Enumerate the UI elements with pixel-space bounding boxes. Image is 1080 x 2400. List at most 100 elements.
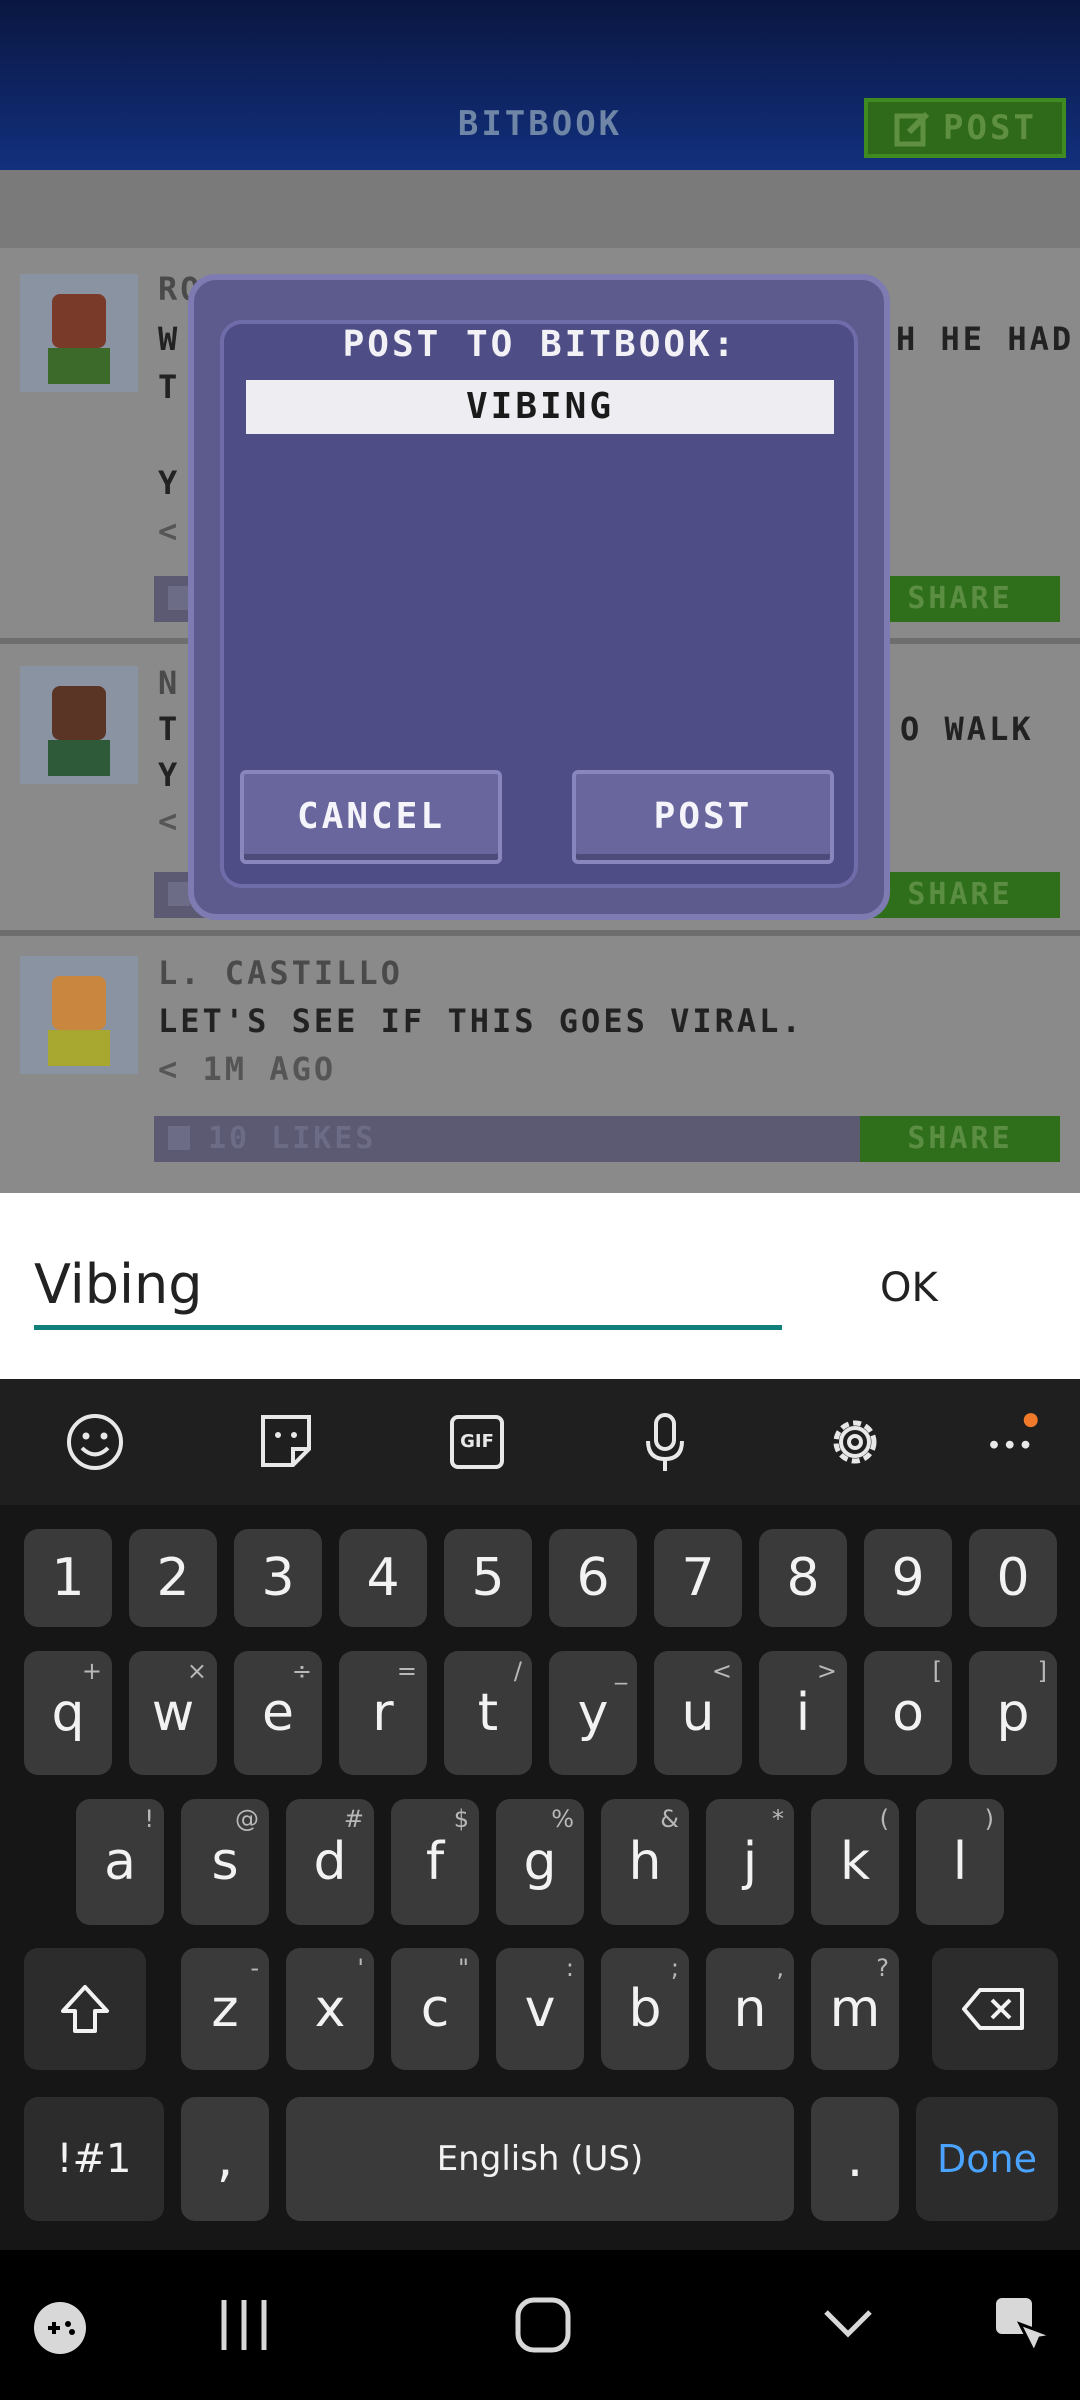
- key-3[interactable]: 3: [234, 1529, 322, 1627]
- feed-text: T: [158, 710, 181, 748]
- text-input-bar: Vibing OK: [0, 1193, 1080, 1379]
- gif-icon[interactable]: GIF: [442, 1407, 512, 1477]
- settings-icon[interactable]: [820, 1407, 890, 1477]
- key-4[interactable]: 4: [339, 1529, 427, 1627]
- feed-author: N: [158, 664, 181, 702]
- game-screen: BITBOOK POST ROS W T Y < H HE HAD SHARE …: [0, 0, 1080, 1193]
- key-i-label: i: [795, 1683, 811, 1743]
- key-l[interactable]: l): [916, 1799, 1004, 1925]
- key-f-alt: $: [453, 1805, 469, 1833]
- key-x-label: x: [314, 1979, 346, 2039]
- key-r[interactable]: r =: [339, 1651, 427, 1775]
- key-j-label: j: [742, 1832, 758, 1892]
- key-t[interactable]: t /: [444, 1651, 532, 1775]
- key-s[interactable]: s @: [181, 1799, 269, 1925]
- key-y[interactable]: y _: [549, 1651, 637, 1775]
- key-l-alt: ): [984, 1805, 994, 1833]
- keyboard-switch-icon[interactable]: [990, 2290, 1056, 2360]
- key-u[interactable]: u <: [654, 1651, 742, 1775]
- key-p[interactable]: p]: [969, 1651, 1057, 1775]
- system-nav-bar: [0, 2250, 1080, 2400]
- dialog-title: POST TO BITBOOK:: [342, 324, 738, 365]
- key-a-alt: !: [144, 1805, 154, 1833]
- feed-time: < 1M AGO: [158, 1050, 337, 1088]
- key-w[interactable]: w ×: [129, 1651, 217, 1775]
- key-6[interactable]: 6: [549, 1529, 637, 1627]
- feed-text: Y: [158, 464, 181, 502]
- key-c[interactable]: c ": [391, 1948, 479, 2070]
- gif-label: GIF: [450, 1415, 504, 1469]
- key-e-label: e: [262, 1683, 294, 1743]
- key-g[interactable]: g%: [496, 1799, 584, 1925]
- hide-keyboard-icon[interactable]: [818, 2298, 878, 2348]
- key-9-label: 9: [891, 1548, 925, 1608]
- key-z-label: z: [211, 1979, 239, 2039]
- key-e-alt: ÷: [291, 1657, 312, 1685]
- key-f[interactable]: f $: [391, 1799, 479, 1925]
- share-button[interactable]: SHARE: [860, 1116, 1060, 1162]
- key-g-label: g: [523, 1832, 557, 1892]
- compose-icon: [894, 111, 930, 147]
- key-q[interactable]: q +: [24, 1651, 112, 1775]
- key-n[interactable]: n,: [706, 1948, 794, 2070]
- share-button[interactable]: SHARE: [860, 576, 1060, 622]
- key-r-alt: =: [396, 1657, 417, 1685]
- done-key[interactable]: Done: [916, 2097, 1058, 2221]
- more-icon[interactable]: [980, 1407, 1050, 1477]
- post-text-field[interactable]: VIBING: [246, 380, 834, 434]
- key-h[interactable]: h &: [601, 1799, 689, 1925]
- key-m[interactable]: m?: [811, 1948, 899, 2070]
- key-j[interactable]: j *: [706, 1799, 794, 1925]
- key-1[interactable]: 1: [24, 1529, 112, 1627]
- cancel-button[interactable]: CANCEL: [240, 770, 502, 864]
- key-0-label: 0: [996, 1548, 1030, 1608]
- period-key[interactable]: .: [811, 2097, 899, 2221]
- key-x-alt: ': [357, 1954, 364, 1982]
- key-v[interactable]: v:: [496, 1948, 584, 2070]
- recent-apps-icon[interactable]: [214, 2292, 274, 2358]
- post-button-top[interactable]: POST: [864, 98, 1066, 158]
- key-v-label: v: [524, 1979, 556, 2039]
- like-count: 10 LIKES: [208, 1121, 377, 1156]
- key-x[interactable]: x ': [286, 1948, 374, 2070]
- key-0[interactable]: 0: [969, 1529, 1057, 1627]
- comma-key[interactable]: ,: [181, 2097, 269, 2221]
- key-f-label: f: [425, 1832, 445, 1892]
- key-d[interactable]: d #: [286, 1799, 374, 1925]
- avatar: [20, 956, 138, 1074]
- key-5[interactable]: 5: [444, 1529, 532, 1627]
- key-5-label: 5: [471, 1548, 505, 1608]
- post-button[interactable]: POST: [572, 770, 834, 864]
- key-r-label: r: [372, 1683, 394, 1743]
- key-8[interactable]: 8: [759, 1529, 847, 1627]
- key-c-alt: ": [457, 1954, 469, 1982]
- key-i[interactable]: i >: [759, 1651, 847, 1775]
- emoji-icon[interactable]: [60, 1407, 130, 1477]
- key-h-alt: &: [660, 1805, 679, 1833]
- key-o[interactable]: o[: [864, 1651, 952, 1775]
- sticker-icon[interactable]: [251, 1407, 321, 1477]
- feed-text-fragment: O WALK: [900, 710, 1034, 748]
- game-launcher-icon[interactable]: [30, 2298, 90, 2358]
- key-9[interactable]: 9: [864, 1529, 952, 1627]
- symbols-key[interactable]: !#1: [24, 2097, 164, 2221]
- key-2[interactable]: 2: [129, 1529, 217, 1627]
- key-z[interactable]: z-: [181, 1948, 269, 2070]
- key-b[interactable]: b;: [601, 1948, 689, 2070]
- key-a[interactable]: a!: [76, 1799, 164, 1925]
- key-c-label: c: [420, 1979, 450, 2039]
- key-b-alt: ;: [670, 1954, 679, 1982]
- shift-key[interactable]: [24, 1948, 146, 2070]
- key-7[interactable]: 7: [654, 1529, 742, 1627]
- text-input[interactable]: Vibing: [34, 1253, 203, 1316]
- space-key[interactable]: English (US): [286, 2097, 794, 2221]
- home-icon[interactable]: [510, 2292, 576, 2358]
- key-k[interactable]: k(: [811, 1799, 899, 1925]
- key-v-alt: :: [565, 1954, 574, 1982]
- ok-button[interactable]: OK: [880, 1265, 938, 1311]
- like-bar[interactable]: 10 LIKES: [154, 1116, 860, 1162]
- key-e[interactable]: e ÷: [234, 1651, 322, 1775]
- share-button[interactable]: SHARE: [860, 872, 1060, 918]
- backspace-key[interactable]: [932, 1948, 1058, 2070]
- mic-icon[interactable]: [630, 1407, 700, 1477]
